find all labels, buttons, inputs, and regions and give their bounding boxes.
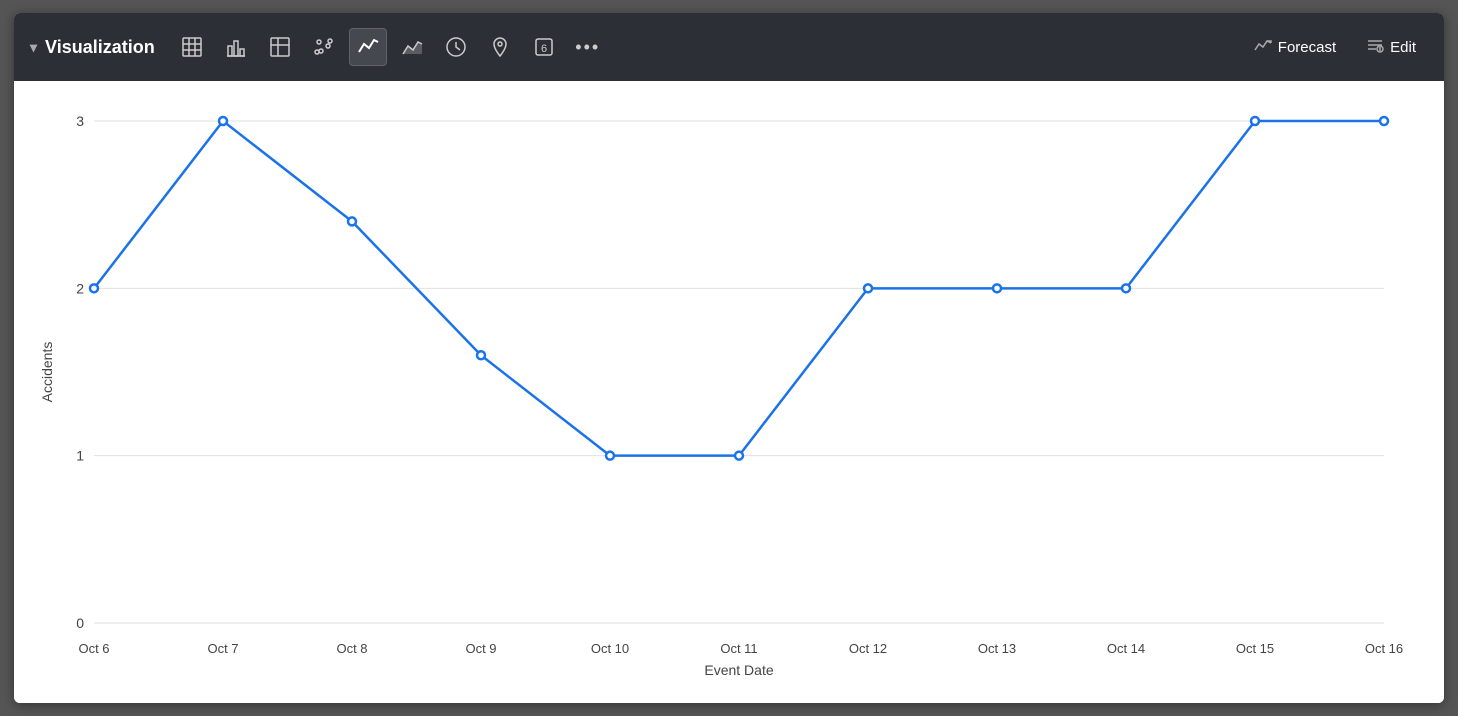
svg-text:1: 1 — [76, 448, 84, 464]
svg-text:Oct 6: Oct 6 — [78, 641, 109, 656]
line-chart-icon[interactable] — [349, 28, 387, 66]
svg-text:Event Date: Event Date — [704, 662, 773, 678]
edit-button[interactable]: Edit — [1354, 30, 1428, 65]
svg-text:Oct 10: Oct 10 — [591, 641, 629, 656]
edit-icon — [1366, 36, 1384, 59]
svg-text:2: 2 — [76, 280, 84, 296]
svg-text:Oct 12: Oct 12 — [849, 641, 887, 656]
scatter-icon[interactable] — [305, 28, 343, 66]
title-label: Visualization — [45, 37, 155, 58]
area-chart-icon[interactable] — [393, 28, 431, 66]
pivot-table-icon[interactable] — [261, 28, 299, 66]
chart-container: 0 1 2 3 Accidents Oct 6 Oct 7 Oct 8 Oct 9 Oct 10 O… — [34, 101, 1414, 683]
svg-text:Accidents: Accidents — [39, 342, 55, 403]
chart-area: 0 1 2 3 Accidents Oct 6 Oct 7 Oct 8 Oct 9 Oct 10 O… — [14, 81, 1444, 703]
svg-text:0: 0 — [76, 615, 84, 631]
svg-text:Oct 7: Oct 7 — [207, 641, 238, 656]
edit-label: Edit — [1390, 39, 1416, 56]
svg-text:6: 6 — [541, 43, 547, 55]
svg-text:Oct 14: Oct 14 — [1107, 641, 1145, 656]
line-chart: 0 1 2 3 Accidents Oct 6 Oct 7 Oct 8 Oct 9 Oct 10 O… — [34, 101, 1414, 683]
svg-text:Oct 13: Oct 13 — [978, 641, 1016, 656]
forecast-icon — [1254, 36, 1272, 59]
svg-text:Oct 16: Oct 16 — [1365, 641, 1403, 656]
visualization-title: ▾ Visualization — [30, 37, 155, 58]
more-options-icon[interactable]: ••• — [569, 28, 607, 66]
forecast-button[interactable]: Forecast — [1242, 30, 1348, 65]
svg-text:Oct 8: Oct 8 — [336, 641, 367, 656]
svg-text:Oct 9: Oct 9 — [465, 641, 496, 656]
forecast-label: Forecast — [1278, 39, 1336, 56]
number-icon[interactable]: 6 — [525, 28, 563, 66]
svg-text:3: 3 — [76, 113, 84, 129]
svg-text:Oct 11: Oct 11 — [720, 641, 757, 656]
toolbar: ▾ Visualization — [14, 13, 1444, 81]
main-panel: ▾ Visualization — [14, 13, 1444, 703]
clock-icon[interactable] — [437, 28, 475, 66]
table-icon[interactable] — [173, 28, 211, 66]
bar-chart-icon[interactable] — [217, 28, 255, 66]
chevron-icon[interactable]: ▾ — [30, 39, 37, 56]
svg-text:Oct 15: Oct 15 — [1236, 641, 1274, 656]
location-icon[interactable] — [481, 28, 519, 66]
